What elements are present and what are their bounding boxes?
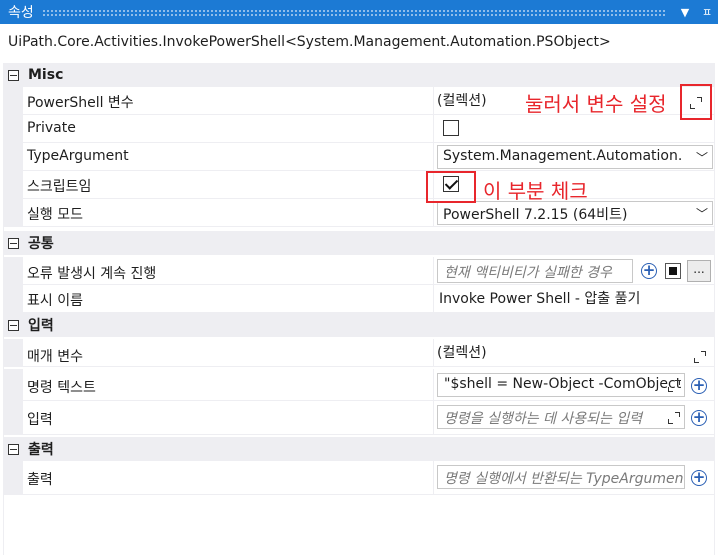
property-row-private: Private [3, 115, 715, 143]
property-row-execution-mode: 실행 모드 PowerShell 7.2.15 (64비트) ﹀ [3, 199, 715, 227]
dropdown-icon[interactable]: ▼ [674, 6, 696, 19]
properties-panel-titlebar: 속성 ▼ ㅍ [0, 0, 718, 24]
select-value: PowerShell 7.2.15 (64비트) [443, 207, 628, 223]
expand-icon[interactable] [667, 379, 681, 393]
collection-value: (컬렉션) [437, 93, 487, 109]
category-common[interactable]: 공통 [3, 231, 715, 255]
titlebar-grip[interactable] [41, 8, 666, 16]
pin-icon[interactable]: ㅍ [696, 4, 718, 20]
collapse-icon[interactable] [8, 69, 19, 81]
more-options-button[interactable]: ... [687, 260, 711, 282]
expand-icon[interactable] [667, 411, 681, 425]
property-row-type-argument: TypeArgument System.Management.Automatio… [3, 143, 715, 171]
property-name: 입력 [27, 412, 53, 428]
input-placeholder: 현재 액티비티가 실패한 경우 [444, 265, 612, 281]
input-placeholder: 명령을 실행하는 데 사용되는 입력 [444, 411, 643, 427]
command-text-input[interactable]: "$shell = New-Object -ComObject [437, 373, 685, 397]
expand-icon[interactable] [689, 96, 703, 110]
property-name: TypeArgument [27, 148, 129, 164]
category-misc[interactable]: Misc [3, 63, 715, 87]
chevron-down-icon: ﹀ [695, 151, 708, 165]
category-label: Misc [28, 67, 64, 83]
category-input[interactable]: 입력 [3, 313, 715, 337]
property-name: 매개 변수 [27, 349, 83, 365]
chevron-down-icon: ﹀ [695, 207, 708, 221]
property-name: 스크립트임 [27, 179, 92, 195]
property-row-output: 출력 명령 실행에서 반환되는 TypeArgument + [3, 461, 715, 495]
collapse-icon[interactable] [8, 443, 19, 455]
input-field[interactable]: 명령을 실행하는 데 사용되는 입력 [437, 405, 685, 429]
category-label: 입력 [28, 318, 54, 334]
property-name: 명령 텍스트 [27, 380, 96, 396]
property-row-display-name: 표시 이름 Invoke Power Shell - 압출 풀기 [3, 285, 715, 313]
annotation-highlight-box [680, 84, 712, 120]
property-name: 출력 [27, 472, 53, 488]
category-label: 출력 [28, 442, 54, 458]
collapse-icon[interactable] [8, 319, 19, 331]
input-value: "$shell = New-Object -ComObject [444, 376, 682, 392]
activity-class-name: UiPath.Core.Activities.InvokePowerShell<… [8, 34, 611, 50]
property-name: 오류 발생시 계속 진행 [27, 266, 157, 282]
type-argument-select[interactable]: System.Management.Automation.PSObject ﹀ [437, 145, 713, 169]
property-row-continue-on-error: 오류 발생시 계속 진행 현재 액티비티가 실패한 경우 + ... [3, 257, 715, 285]
select-value: System.Management.Automation.PSObject [443, 148, 683, 164]
collapse-icon[interactable] [8, 237, 19, 249]
panel-title: 속성 [8, 5, 34, 21]
property-row-parameters: 매개 변수 (컬렉션) [3, 339, 715, 367]
annotation-highlight-box [426, 171, 476, 203]
collection-value: (컬렉션) [437, 345, 487, 361]
property-name: 실행 모드 [27, 207, 83, 223]
category-output[interactable]: 출력 [3, 437, 715, 461]
add-icon[interactable]: + [691, 470, 707, 486]
expand-icon[interactable] [693, 350, 707, 364]
property-name: 표시 이름 [27, 293, 83, 309]
add-icon[interactable]: + [691, 378, 707, 394]
property-row-input: 입력 명령을 실행하는 데 사용되는 입력 + [3, 401, 715, 435]
annotation-check-here: 이 부분 체크 [483, 179, 588, 203]
annotation-click-to-set: 눌러서 변수 설정 [525, 92, 667, 116]
private-checkbox[interactable] [443, 120, 459, 136]
category-label: 공통 [28, 236, 54, 252]
property-name: PowerShell 변수 [27, 95, 134, 111]
property-row-is-script: 스크립트임 [3, 171, 715, 199]
output-field[interactable]: 명령 실행에서 반환되는 TypeArgument [437, 465, 685, 489]
display-name-value[interactable]: Invoke Power Shell - 압출 풀기 [439, 288, 640, 308]
continue-on-error-input[interactable]: 현재 액티비티가 실패한 경우 [437, 259, 633, 283]
stop-icon[interactable] [665, 263, 681, 279]
input-placeholder: 명령 실행에서 반환되는 TypeArgument [444, 471, 685, 487]
add-icon[interactable]: + [691, 410, 707, 426]
property-row-command-text: 명령 텍스트 "$shell = New-Object -ComObject + [3, 369, 715, 401]
execution-mode-select[interactable]: PowerShell 7.2.15 (64비트) ﹀ [437, 201, 713, 225]
add-icon[interactable]: + [641, 263, 657, 279]
property-name: Private [27, 120, 76, 136]
